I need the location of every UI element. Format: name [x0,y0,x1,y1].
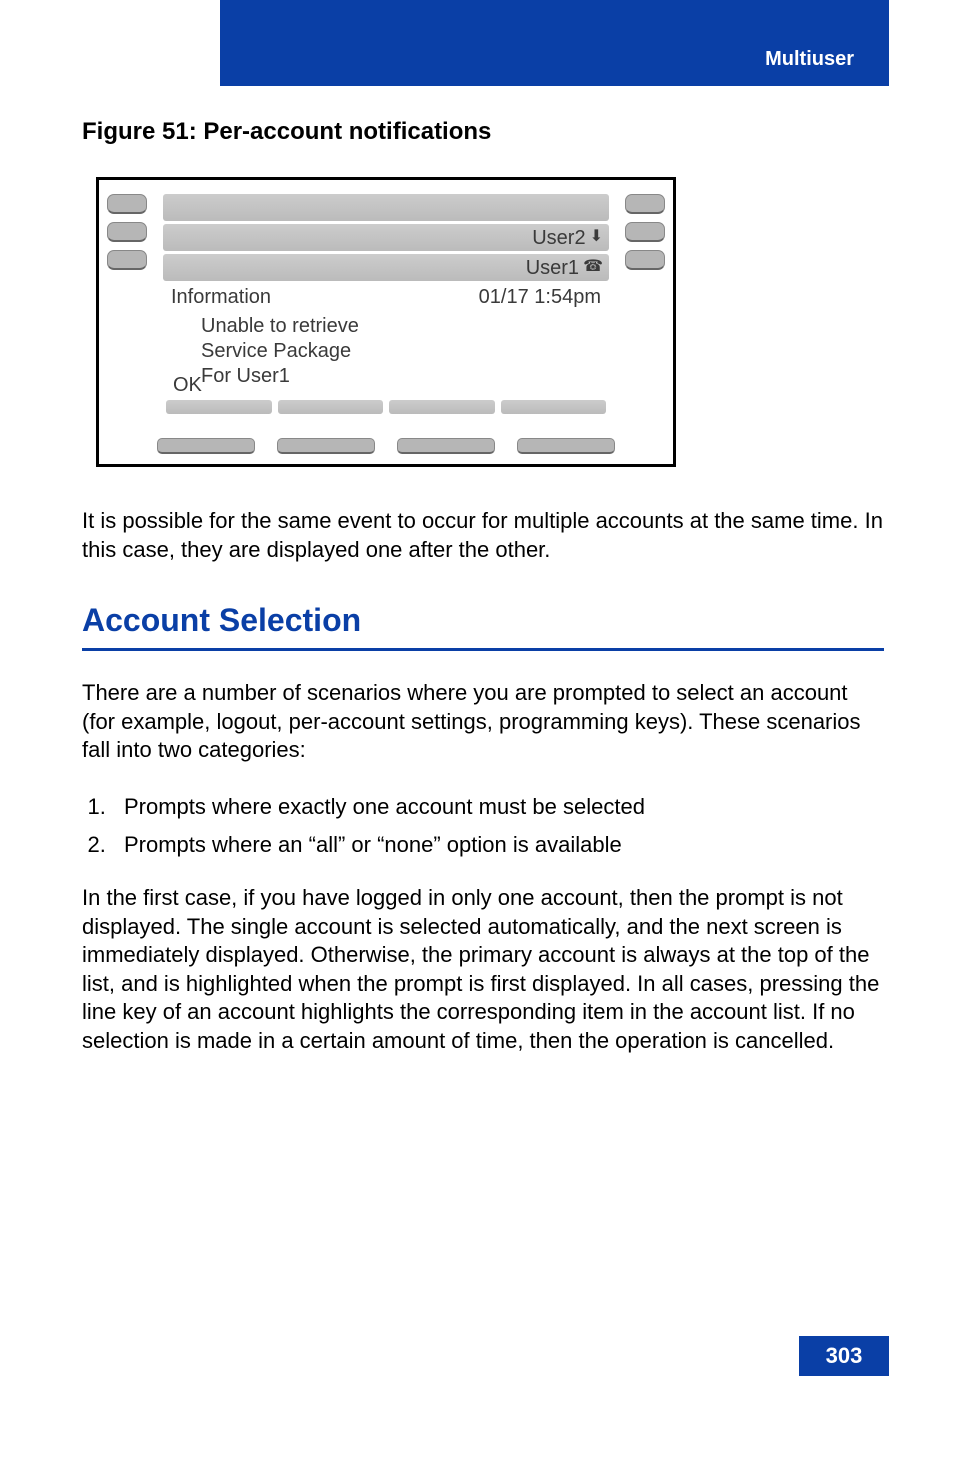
bottom-soft-keys [157,438,615,454]
download-icon: ⬇ [590,227,603,248]
left-line-keys [107,194,147,278]
phone-icon: ☎ [583,257,603,278]
hard-key [397,438,495,454]
right-line-keys [625,194,665,278]
hard-key [107,222,147,242]
list-item: Prompts where exactly one account must b… [112,793,884,822]
figure-caption: Figure 51: Per-account notifications [82,116,884,147]
body-paragraph: It is possible for the same event to occ… [82,507,884,564]
soft-key [278,400,384,414]
line-row-1 [163,194,609,221]
info-time: 01/17 1:54pm [479,284,601,310]
info-label: Information [171,284,271,310]
soft-key [389,400,495,414]
soft-key [501,400,607,414]
figure-illustration: User2 ⬇ User1 ☎ Information 01/17 1:54pm… [96,177,676,467]
hard-key [157,438,255,454]
lcd-screen: User2 ⬇ User1 ☎ Information 01/17 1:54pm… [163,194,609,428]
line-label: User2 [532,225,585,251]
hard-key [107,250,147,270]
hard-key [517,438,615,454]
msg-line: Service Package [201,339,601,364]
hard-key [277,438,375,454]
hard-key [107,194,147,214]
body-paragraph: There are a number of scenarios where yo… [82,679,884,765]
hard-key [625,194,665,214]
soft-key [166,400,272,414]
section-heading: Account Selection [82,600,884,651]
msg-line: Unable to retrieve [201,314,601,339]
header-band [220,0,889,86]
hard-key [625,222,665,242]
numbered-list: Prompts where exactly one account must b… [82,793,884,860]
line-label: User1 [526,255,579,281]
page-header: Multiuser [0,0,954,86]
page-footer: 303 [0,1316,954,1376]
hard-key [625,250,665,270]
info-row: Information 01/17 1:54pm [163,284,609,310]
line-row-2: User2 ⬇ [163,224,609,251]
list-item: Prompts where an “all” or “none” option … [112,831,884,860]
softkey-ok-label: OK [163,372,609,400]
body-paragraph: In the first case, if you have logged in… [82,884,884,1056]
section-label: Multiuser [765,48,854,71]
line-row-3: User1 ☎ [163,254,609,281]
page-number: 303 [799,1336,889,1376]
